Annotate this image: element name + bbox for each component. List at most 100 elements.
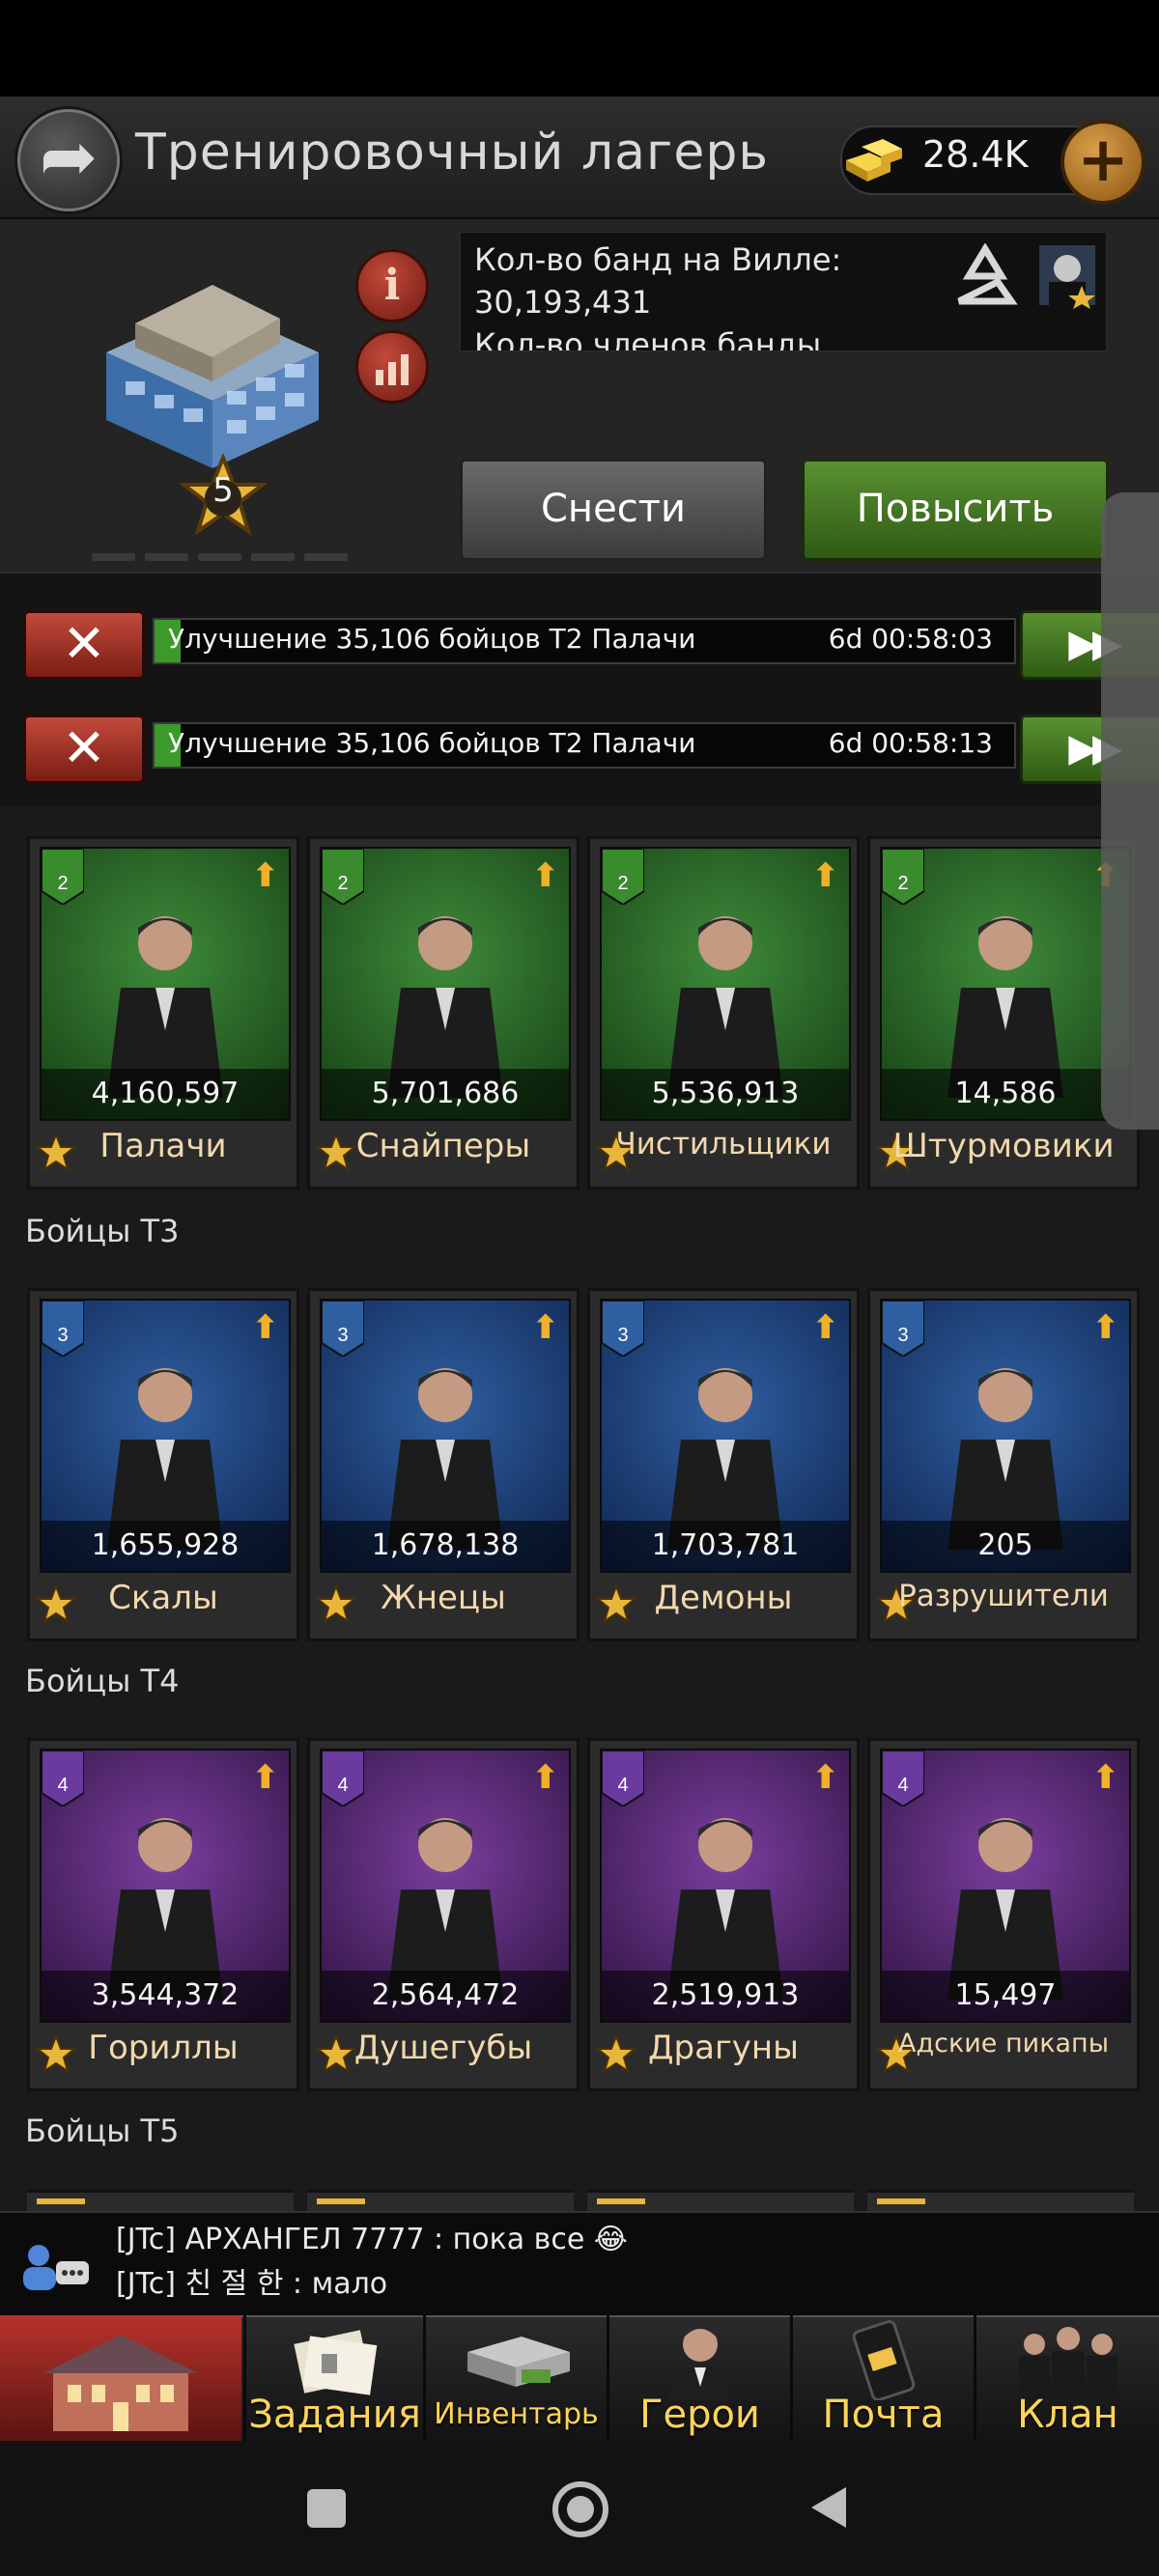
unit-card[interactable]: 2 ⬆ 4,160,597 Палачи	[27, 836, 299, 1190]
tier-badge: 4	[322, 1750, 364, 1806]
recent-apps-button[interactable]	[307, 2489, 346, 2528]
unit-portrait: 2 ⬆ 4,160,597	[40, 847, 291, 1121]
nav-tasks-button[interactable]: Задания	[246, 2315, 423, 2441]
tier-number: 3	[617, 1325, 628, 1346]
unit-portrait: 4 ⬆ 3,544,372	[40, 1749, 291, 2023]
tier-number: 2	[897, 873, 908, 894]
info-line-3: Кол-во членов банды	[474, 326, 822, 351]
gang-avatar-icon[interactable]	[1035, 241, 1099, 309]
clan-members-icon	[1018, 2327, 1117, 2400]
cancel-queue-button[interactable]: ✕	[23, 610, 145, 680]
unit-name: Адские пикапы	[897, 2029, 1110, 2058]
home-button[interactable]	[552, 2481, 608, 2537]
nav-inventory-button[interactable]: Инвентарь	[426, 2315, 607, 2441]
close-icon: ✕	[62, 613, 106, 674]
unit-figure-image	[947, 1368, 1063, 1550]
upgrade-arrow-icon: ⬆	[251, 1758, 280, 1797]
demolish-button[interactable]: Снести	[460, 459, 767, 561]
section-title-t3: Бойцы T3	[25, 1213, 180, 1249]
queue-label: Улучшение 35,106 бойцов T2 Палачи	[168, 623, 696, 655]
unit-count: 1,655,928	[42, 1521, 289, 1571]
nav-heroes-label: Герои	[639, 2393, 760, 2437]
tier-number: 3	[337, 1325, 348, 1346]
queue-label: Улучшение 35,106 бойцов T2 Палачи	[168, 727, 696, 759]
unit-card[interactable]: 4 ⬆ 2,564,472 Душегубы	[307, 1738, 580, 2091]
unit-count: 1,678,138	[322, 1521, 569, 1571]
tier-number: 2	[57, 873, 68, 894]
nav-heroes-button[interactable]: Герои	[609, 2315, 790, 2441]
unit-count: 5,701,686	[322, 1069, 569, 1119]
unit-card[interactable]: 2 ⬆ 5,701,686 Снайперы	[307, 836, 580, 1190]
unit-portrait: 2 ⬆ 5,701,686	[320, 847, 571, 1121]
upgrade-arrow-icon: ⬆	[251, 1308, 280, 1347]
hero-portrait-icon	[664, 2327, 735, 2400]
unit-card[interactable]: 3 ⬆ 205 Разрушители	[867, 1288, 1140, 1641]
unit-figure-image	[107, 1818, 223, 2000]
unit-card[interactable]: 3 ⬆ 1,655,928 Скалы	[27, 1288, 299, 1641]
tier-number: 4	[337, 1775, 348, 1796]
unit-portrait: 4 ⬆ 2,564,472	[320, 1749, 571, 2023]
nav-tasks-label: Задания	[248, 2393, 421, 2437]
unit-figure-image	[667, 1368, 783, 1550]
upgrade-arrow-icon: ⬆	[811, 856, 840, 895]
unit-name: Душегубы	[353, 2029, 533, 2067]
unit-count: 5,536,913	[602, 1069, 849, 1119]
unit-figure-image	[387, 916, 503, 1098]
unit-card[interactable]: 4 ⬆ 2,519,913 Драгуны	[587, 1738, 860, 2091]
back-button[interactable]: ➦	[17, 109, 120, 211]
page-title: Тренировочный лагерь	[135, 124, 770, 182]
unit-name: Гориллы	[88, 2029, 239, 2067]
unit-count: 2,519,913	[602, 1971, 849, 2021]
stats-button[interactable]	[355, 330, 429, 404]
unit-figure-image	[947, 1818, 1063, 2000]
cancel-queue-button[interactable]: ✕	[23, 714, 145, 784]
unit-count: 14,586	[882, 1069, 1129, 1119]
unit-count: 15,497	[882, 1971, 1129, 2021]
gold-amount: 28.4K	[922, 133, 1029, 176]
info-line-2: 30,193,431	[474, 284, 652, 321]
unit-card[interactable]: 2⬆14,586 Штурмовики	[867, 836, 1140, 1190]
unit-count: 1,703,781	[602, 1521, 849, 1571]
upgrade-button[interactable]: Повысить	[802, 459, 1109, 561]
nav-home-button[interactable]	[0, 2315, 241, 2441]
nav-clan-button[interactable]: Клан	[976, 2315, 1159, 2441]
tier-badge: 2	[322, 849, 364, 905]
chat-users-icon[interactable]	[14, 2238, 93, 2296]
back-nav-button[interactable]	[807, 2483, 850, 2532]
unit-portrait: 3 ⬆ 1,655,928	[40, 1299, 291, 1573]
info-icon: i	[383, 261, 401, 310]
unit-figure-image	[667, 1818, 783, 2000]
unit-name: Драгуны	[647, 2029, 800, 2067]
unit-portrait: 3 ⬆ 1,703,781	[600, 1299, 851, 1573]
training-queue	[0, 572, 1159, 805]
unit-card[interactable]: 2 ⬆ 5,536,913 Чистильщики	[587, 836, 860, 1190]
upgrade-arrow-icon: ⬆	[1091, 1308, 1120, 1347]
unit-figure-image	[947, 916, 1063, 1098]
unit-name: Снайперы	[355, 1127, 531, 1165]
unit-card[interactable]: 3 ⬆ 1,678,138 Жнецы	[307, 1288, 580, 1641]
tier-number: 4	[617, 1775, 628, 1796]
unit-card[interactable]: 3 ⬆ 1,703,781 Демоны	[587, 1288, 860, 1641]
unit-card[interactable]: 4 ⬆ 15,497 Адские пикапы	[867, 1738, 1140, 2091]
tier-number: 2	[337, 873, 348, 894]
unit-portrait: 2 ⬆ 5,536,913	[600, 847, 851, 1121]
tier-badge: 4	[42, 1750, 84, 1806]
bar-chart-icon	[376, 354, 409, 385]
unit-card[interactable]: 4 ⬆ 3,544,372 Гориллы	[27, 1738, 299, 2091]
recycle-icon[interactable]	[951, 243, 1019, 307]
nav-inventory-label: Инвентарь	[434, 2397, 599, 2431]
tier-number: 2	[617, 873, 628, 894]
side-drawer-handle[interactable]	[1101, 492, 1159, 1130]
status-bar	[0, 0, 1159, 97]
add-gold-button[interactable]: +	[1060, 120, 1145, 205]
unit-name: Жнецы	[381, 1579, 506, 1617]
training-camp-building-image[interactable]	[68, 237, 357, 488]
tier-badge: 4	[602, 1750, 644, 1806]
nav-mail-button[interactable]: Почта	[793, 2315, 974, 2441]
unit-name: Демоны	[654, 1579, 793, 1617]
info-button[interactable]: i	[355, 249, 429, 322]
queue-timer: 6d 00:58:13	[828, 727, 993, 759]
tier-badge: 3	[882, 1301, 924, 1357]
unit-figure-image	[107, 916, 223, 1098]
unit-figure-image	[387, 1818, 503, 2000]
